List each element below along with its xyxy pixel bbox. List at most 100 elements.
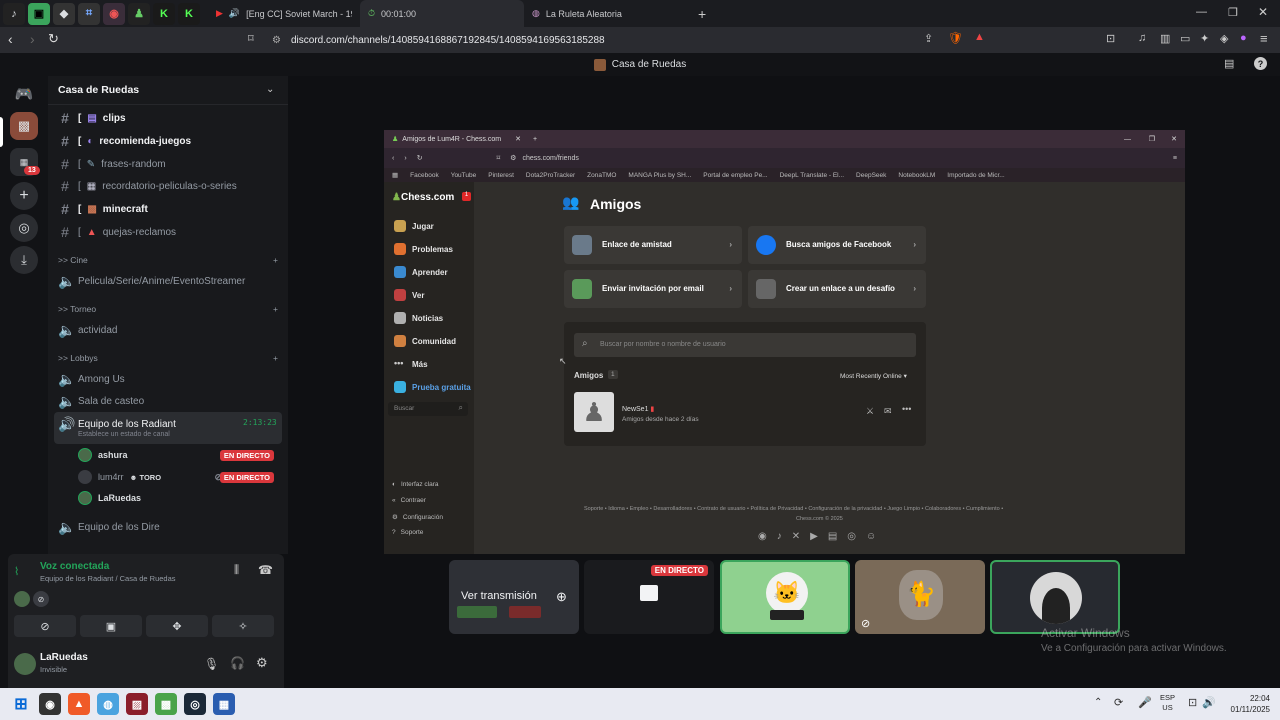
server-name[interactable]: Casa de Ruedas [58, 84, 139, 96]
voice-channel-sala-de-casteo[interactable]: 🔈 Sala de casteo [58, 393, 283, 410]
restore-icon[interactable]: ❐ [1228, 6, 1238, 19]
voice-status-subtitle[interactable]: Equipo de los Radiant / Casa de Ruedas [40, 574, 176, 583]
settings-gear-icon[interactable]: ⚙ [256, 655, 268, 671]
volume-icon[interactable]: 🔊 [1202, 696, 1216, 709]
discord-home-icon[interactable]: 🎮 [10, 80, 38, 108]
bookmark-icon[interactable]: ⌑ [248, 32, 254, 45]
network-icon[interactable]: ⊡ [1188, 696, 1197, 709]
cast-icon[interactable]: ⊡ [1106, 32, 1115, 45]
voice-user-lum4rr[interactable]: lum4rr ☻ TORO ⊘ EN DIRECTO [78, 470, 278, 484]
brave-shield-icon[interactable]: 🛡 [948, 31, 963, 45]
clock[interactable]: 22:04 01/11/2025 [1222, 693, 1270, 715]
stream-tile-4[interactable]: 🐈 ⊘ [855, 560, 985, 634]
address-field[interactable]: ⚙ discord.com/channels/14085941688671928… [272, 31, 932, 49]
watch-stream-button[interactable]: Ver transmisión [461, 590, 537, 602]
voice-channel-among-us[interactable]: 🔈 Among Us [58, 371, 283, 388]
category-lobbys[interactable]: >> Lobbys + [58, 353, 278, 363]
app-icon-red[interactable]: ▨ [126, 693, 148, 715]
stream-tile-3[interactable]: 🐱 [720, 560, 850, 634]
help-icon[interactable]: ? [1254, 57, 1267, 70]
app-icon-green[interactable]: ▩ [155, 693, 177, 715]
minimize-icon[interactable]: — [1196, 6, 1207, 18]
stream-tile-5[interactable] [990, 560, 1120, 634]
category-cine[interactable]: >> Cine + [58, 255, 278, 265]
voice-user-laruedas[interactable]: LaRuedas [78, 491, 278, 505]
user-avatar[interactable] [14, 653, 36, 675]
brave-icon[interactable]: ▲ [68, 693, 90, 715]
stream-tile-1[interactable]: Ver transmisión ⊕ [449, 560, 579, 634]
forward-icon[interactable]: › [30, 31, 35, 47]
pinned-tab-diamond[interactable]: ◆ [53, 2, 75, 25]
voice-channel-dire[interactable]: 🔈 Equipo de los Dire [58, 519, 283, 536]
kick-pinned-tab[interactable]: K [153, 2, 175, 25]
explore-icon[interactable]: ◎ [10, 214, 38, 242]
category-torneo[interactable]: >> Torneo + [58, 304, 278, 314]
headphones-icon[interactable]: 🎧 [230, 656, 245, 670]
ai-icon[interactable]: ✦ [1200, 32, 1209, 45]
chevron-up-icon[interactable]: ⌃ [1094, 697, 1102, 708]
share-screen-button[interactable]: ▣ [80, 615, 142, 637]
new-tab-icon[interactable]: + [698, 6, 706, 22]
pinned-tab-record[interactable]: ◉ [103, 2, 125, 25]
app-icon-dark[interactable]: ◉ [39, 693, 61, 715]
mic-icon[interactable]: 🎤 [1138, 696, 1152, 709]
channel-quejas[interactable]: #[▲ quejas-reclamos [58, 224, 283, 240]
back-icon[interactable]: ‹ [8, 31, 13, 47]
stream-tile-2[interactable]: EN DIRECTO [584, 560, 714, 634]
username[interactable]: LaRuedas [40, 652, 88, 663]
chevron-down-icon[interactable]: ⌄ [266, 84, 274, 95]
brave-rewards-icon[interactable]: ▲ [974, 31, 985, 43]
voice-status-title[interactable]: Voz conectada [40, 561, 109, 572]
tab-ruleta[interactable]: ◍ La Ruleta Aleatoria [524, 0, 688, 27]
download-icon[interactable]: ⤓ [10, 246, 38, 274]
noise-suppression-icon[interactable]: ⫼ [234, 564, 239, 577]
channel-clips[interactable]: #[▤ clips [58, 110, 283, 126]
add-server-icon[interactable]: + [10, 182, 38, 210]
music-icon[interactable]: ♫ [1138, 32, 1146, 44]
vpn-icon[interactable]: ◈ [1220, 32, 1228, 45]
inbox-icon[interactable]: ▤ [1224, 57, 1234, 70]
voice-channel-cine[interactable]: 🔈 Pelicula/Serie/Anime/EventoStreamer [58, 273, 283, 290]
start-icon[interactable]: ⊞ [10, 693, 32, 715]
sync-icon[interactable]: ⟳ [1114, 696, 1123, 709]
microphone-icon[interactable]: 🎙 [204, 657, 219, 671]
add-channel-icon[interactable]: + [273, 353, 278, 363]
server-casa-de-ruedas[interactable]: ▩ [10, 112, 38, 140]
watch-stream-icon[interactable]: ⊕ [556, 589, 567, 605]
screen-icon [640, 585, 658, 601]
extension-icon[interactable]: ● [1240, 32, 1247, 44]
kick-pinned-tab-2[interactable]: K [178, 2, 200, 25]
language-indicator[interactable]: ESP US [1160, 693, 1175, 713]
pinned-tab-grid[interactable]: ⌗ [78, 2, 100, 25]
app-icon-globe[interactable]: ◍ [97, 693, 119, 715]
channel-recomienda-juegos[interactable]: #[◐ recomienda-juegos [58, 133, 283, 149]
wallet-icon[interactable]: ▭ [1180, 32, 1190, 45]
pinned-tab-figure[interactable]: ♟ [128, 2, 150, 25]
channel-status-hint[interactable]: Establece un estado de canal [78, 431, 170, 438]
activities-button[interactable]: ✥ [146, 615, 208, 637]
disconnect-icon[interactable]: ☎ [258, 563, 273, 577]
soundboard-button[interactable]: ✧ [212, 615, 274, 637]
voice-user-ashura[interactable]: ashura EN DIRECTO [78, 448, 278, 462]
menu-icon[interactable]: ≡ [1260, 31, 1268, 46]
play-icon [394, 220, 406, 232]
tab-timer[interactable]: ⏱ 00:01:00 [360, 0, 524, 27]
voice-channel-actividad[interactable]: 🔈 actividad [58, 322, 283, 339]
share-icon[interactable]: ⇪ [924, 32, 933, 45]
channel-recordatorio[interactable]: #[▦ recordatorio-peliculas-o-series [58, 178, 283, 194]
add-channel-icon[interactable]: + [273, 255, 278, 265]
add-channel-icon[interactable]: + [273, 304, 278, 314]
focused-stream-video[interactable]: ♟ Amigos de Lum4R - Chess.com ✕ + — ❐ ✕ … [384, 130, 1185, 554]
close-icon[interactable]: ✕ [1258, 5, 1268, 19]
pinned-tab-green[interactable]: ▣ [28, 2, 50, 25]
steam-icon[interactable]: ◎ [184, 693, 206, 715]
signal-icon[interactable]: ⌇ [14, 565, 19, 578]
calculator-icon[interactable]: ▦ [213, 693, 235, 715]
tiktok-pinned-tab[interactable]: ♪ [3, 2, 25, 25]
channel-frases-random[interactable]: #[✎ frases-random [58, 156, 283, 172]
tab-soviet-march[interactable]: ▶ 🔊 [Eng CC] Soviet March - 1980's S [208, 0, 360, 27]
reload-icon[interactable]: ↻ [48, 31, 59, 47]
channel-minecraft[interactable]: #[▩ minecraft [58, 201, 283, 217]
sidebar-icon[interactable]: ▥ [1160, 32, 1170, 45]
camera-off-button[interactable]: ⊘ [14, 615, 76, 637]
